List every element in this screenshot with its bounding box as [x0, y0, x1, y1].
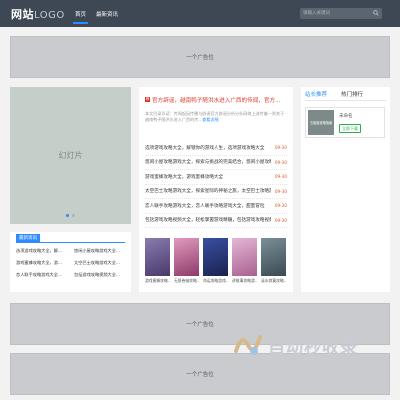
search-box — [300, 8, 382, 19]
thumbnail-caption[interactable]: 无限卷轴攻略... — [174, 278, 199, 284]
list-item[interactable]: 包括游戏攻略视频大全，轻松掌握游戏精髓，包括游戏攻略视频大全 09-30 — [145, 214, 287, 228]
thumbnail-image[interactable] — [145, 238, 170, 276]
thumbnail-card[interactable]: 游戏蜜蜂攻略... — [145, 238, 170, 284]
download-button[interactable]: 立即下载 — [339, 124, 361, 133]
thumbnail-image[interactable] — [232, 238, 257, 276]
top-navbar: 网站LOGO 首页 最新资讯 — [0, 0, 400, 27]
watermark: 自动秒收录 一 上 链 接 一 来 访 一 次 一 — [230, 327, 390, 375]
slider-dot[interactable] — [72, 214, 75, 217]
latest-news-box: 最新资讯 选项游戏攻略大全，解... 悠闲小屋攻略游戏大全... 游戏蜜蜂攻略大… — [10, 232, 131, 292]
news-link[interactable]: 包括游戏攻略视频大全... — [74, 272, 127, 278]
app-card[interactable]: 五维度攻略指南 未命名 立即下载 — [305, 107, 385, 138]
thumbnail-image[interactable] — [174, 238, 199, 276]
search-icon[interactable] — [373, 10, 379, 16]
slider-dot-active[interactable] — [66, 214, 69, 217]
thumbnail-caption[interactable]: 命运攻略游戏... — [203, 278, 228, 284]
logo-sub: LOGO — [34, 10, 65, 21]
list-item-date: 09-30 — [274, 217, 287, 223]
list-item-date: 09-30 — [274, 159, 287, 165]
heading-divider — [16, 242, 125, 243]
news-link[interactable]: 选项游戏攻略大全，解... — [16, 248, 74, 254]
slider-dots — [66, 214, 75, 217]
news-link[interactable]: 太空巴士攻略游戏大全... — [74, 260, 127, 266]
ad-label: 一个广告位 — [186, 372, 214, 378]
ad-banner-top[interactable]: 一个广告位 — [10, 36, 390, 78]
latest-news-list: 选项游戏攻略大全，解... 悠闲小屋攻略游戏大全... 游戏蜜蜂攻略大全，游..… — [16, 248, 127, 278]
headline-description: 本文目录导读：传闻起因传播与辟谣官方辟谣分析分析网络上流传着一则关于越南鸭子随洪… — [145, 111, 285, 122]
recommend-badge: 荐 — [145, 97, 150, 102]
list-item-date: 09-30 — [274, 145, 287, 151]
list-item[interactable]: 悠闲小屋攻略游戏大全，探索与挑战的完美结合，悠闲小屋攻略游戏大全09-30 — [145, 156, 287, 170]
ad-label: 一个广告位 — [186, 55, 214, 61]
app-name[interactable]: 未命名 — [339, 113, 353, 119]
news-list: 选项游戏攻略大全，解锁你的游戏人生，选项游戏攻略大全 09-30 悠闲小屋攻略游戏… — [145, 141, 287, 228]
app-thumbnail-text: 五维度攻略指南 — [309, 121, 333, 125]
headline-title[interactable]: 官方辟谣，越南鸭子随洪水进入广西的传闻，官方... — [152, 96, 288, 104]
watermark-text: 自动秒收录 — [268, 338, 358, 358]
news-link[interactable]: 游戏蜜蜂攻略大全，游... — [16, 260, 74, 266]
sidebar: 站长推荐 热门排行 五维度攻略指南 未命名 立即下载 — [301, 87, 390, 292]
list-item[interactable]: 选项游戏攻略大全，解锁你的游戏人生，选项游戏攻略大全 09-30 — [145, 141, 287, 156]
image-slider[interactable]: 幻灯片 — [10, 87, 131, 224]
news-link[interactable]: 悠闲小屋攻略游戏大全... — [74, 248, 127, 254]
thumbnail-image[interactable] — [261, 238, 286, 276]
logo-main: 网站 — [11, 8, 34, 21]
thumbnail-card[interactable]: 无限卷轴攻略... — [174, 238, 199, 284]
thumbnail-card[interactable]: 命运攻略游戏... — [203, 238, 228, 284]
latest-news-heading: 最新资讯 — [16, 234, 40, 242]
list-item-title[interactable]: 太空巴士攻略游戏大全，探索星际的神秘之旅，太空巴士攻略游戏大全 — [145, 188, 271, 194]
list-item-date: 09-30 — [274, 188, 287, 194]
thumbnail-card[interactable]: 讲故事攻略游... — [232, 238, 257, 284]
list-item[interactable]: 太空巴士攻略游戏大全，探索星际的神秘之旅，太空巴士攻略游戏大全09-30 — [145, 185, 287, 199]
tabs-divider — [305, 100, 386, 101]
nav-latest-news[interactable]: 最新资讯 — [96, 10, 118, 18]
thumbnail-card[interactable]: 溪水寂寞攻略... — [261, 238, 286, 284]
site-logo[interactable]: 网站LOGO — [11, 6, 65, 22]
list-item-title[interactable]: 游戏蜜蜂攻略大全，游戏蜜蜂攻略大全 — [145, 174, 271, 180]
search-input[interactable] — [303, 9, 369, 18]
slider-placeholder: 幻灯片 — [58, 151, 83, 160]
news-link[interactable]: 恋人联手攻略游戏大全... — [16, 272, 74, 278]
thumbnail-caption[interactable]: 溪水寂寞攻略... — [261, 278, 286, 284]
nav-home[interactable]: 首页 — [72, 10, 89, 24]
app-thumbnail[interactable]: 五维度攻略指南 — [308, 110, 334, 135]
read-more-link[interactable]: 查看详细 — [202, 117, 218, 122]
thumbnail-caption[interactable]: 游戏蜜蜂攻略... — [145, 278, 170, 284]
list-item-title[interactable]: 包括游戏攻略视频大全，轻松掌握游戏精髓，包括游戏攻略视频大全 — [145, 217, 271, 223]
list-item[interactable]: 游戏蜜蜂攻略大全，游戏蜜蜂攻略大全 09-30 — [145, 170, 287, 185]
thumbnail-caption[interactable]: 讲故事攻略游... — [232, 278, 257, 284]
list-item-title[interactable]: 悠闲小屋攻略游戏大全，探索与挑战的完美结合，悠闲小屋攻略游戏大全 — [145, 159, 271, 165]
watermark-logo-icon — [234, 335, 262, 355]
list-item[interactable]: 恋人联手攻略游戏大全，恋人联手攻略游戏大全，甜蜜冒险 09-30 — [145, 199, 287, 214]
main-content: 荐 官方辟谣，越南鸭子随洪水进入广西的传闻，官方... 本文目录导读：传闻起因传… — [139, 87, 293, 292]
list-item-date: 09-30 — [274, 203, 287, 209]
watermark-subtext: 一 上 链 接 一 来 访 一 次 一 — [268, 361, 342, 366]
ad-label: 一个广告位 — [186, 322, 214, 328]
thumbnail-image[interactable] — [203, 238, 228, 276]
list-item-title[interactable]: 恋人联手攻略游戏大全，恋人联手攻略游戏大全，甜蜜冒险 — [145, 203, 271, 209]
list-item-title[interactable]: 选项游戏攻略大全，解锁你的游戏人生，选项游戏攻略大全 — [145, 145, 271, 151]
list-item-date: 09-30 — [274, 174, 287, 180]
thumbnail-row: 游戏蜜蜂攻略... 无限卷轴攻略... 命运攻略游戏... 讲故事攻略游... … — [145, 238, 286, 284]
